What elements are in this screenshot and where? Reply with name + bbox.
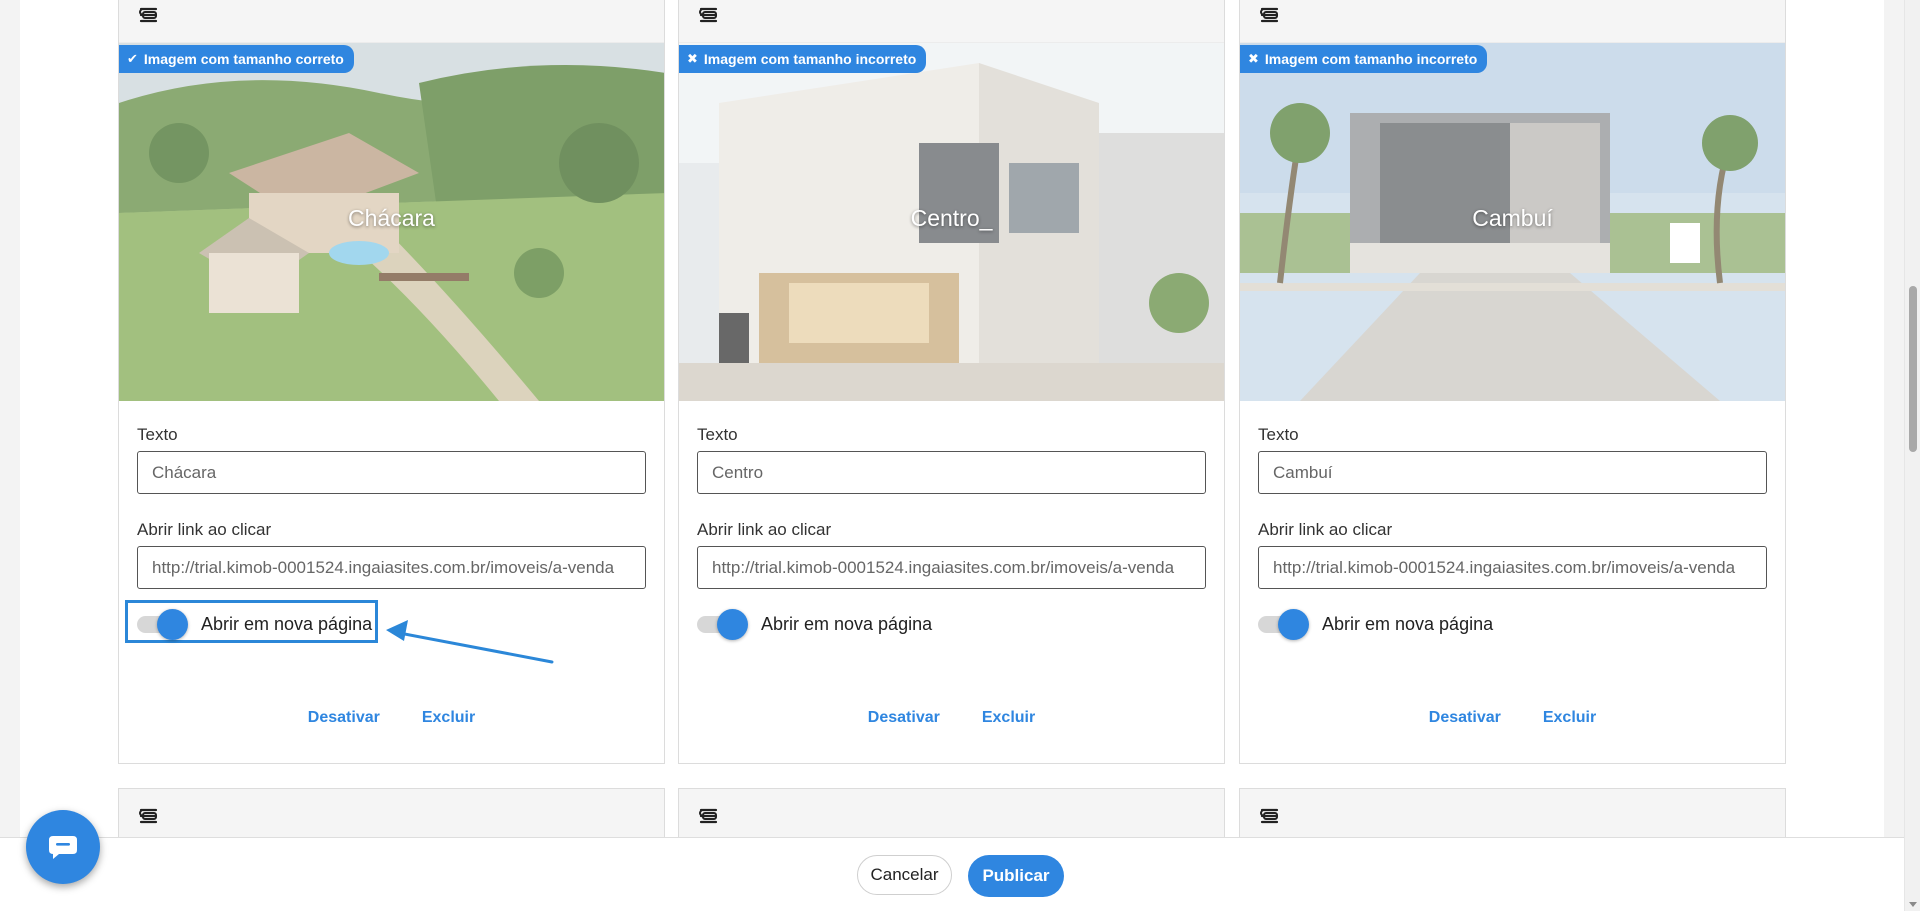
card-form: Texto Abrir link ao clicar Abrir em nova… [1240, 425, 1785, 645]
card-drag-bar[interactable] [119, 0, 664, 43]
link-field-label: Abrir link ao clicar [697, 520, 832, 539]
image-size-badge: ✖ Imagem com tamanho incorreto [1240, 45, 1488, 73]
card-actions: Desativar Excluir [1240, 709, 1785, 727]
drag-handle-icon[interactable] [137, 807, 159, 825]
link-input[interactable] [697, 546, 1206, 589]
editor-viewport: Chácara ✔ Imagem com tamanho correto Tex… [0, 0, 1904, 911]
card-drag-bar[interactable] [1240, 0, 1785, 43]
scrollbar-thumb[interactable] [1909, 286, 1917, 452]
text-field-label: Texto [697, 425, 738, 444]
drag-handle-icon[interactable] [697, 807, 719, 825]
drag-handle-icon[interactable] [697, 6, 719, 24]
text-field-label: Texto [137, 425, 178, 444]
card-image: Cambuí ✖ Imagem com tamanho incorreto [1240, 43, 1785, 401]
deactivate-link[interactable]: Desativar [1429, 709, 1501, 727]
card-actions: Desativar Excluir [679, 709, 1224, 727]
open-new-page-label: Abrir em nova página [761, 613, 933, 634]
drag-handle-icon[interactable] [137, 6, 159, 24]
open-new-page-label: Abrir em nova página [1322, 613, 1494, 634]
publish-button[interactable]: Publicar [968, 855, 1064, 897]
image-title: Centro_ [910, 205, 993, 231]
card-image: Chácara ✔ Imagem com tamanho correto [119, 43, 664, 401]
text-input[interactable] [137, 451, 646, 494]
delete-link[interactable]: Excluir [982, 709, 1035, 727]
banner-card: Cambuí ✖ Imagem com tamanho incorreto Te… [1239, 0, 1786, 764]
chat-bubble-icon [49, 836, 77, 859]
text-field-label: Texto [1258, 425, 1299, 444]
link-input[interactable] [137, 546, 646, 589]
drag-handle-icon[interactable] [1258, 807, 1280, 825]
open-new-page-toggle[interactable] [137, 609, 189, 640]
card-image: Centro_ ✖ Imagem com tamanho incorreto [679, 43, 1224, 401]
delete-link[interactable]: Excluir [1543, 709, 1596, 727]
open-new-page-row: Abrir em nova página [1258, 603, 1767, 645]
close-icon: ✖ [1248, 51, 1259, 66]
image-title: Chácara [348, 205, 435, 231]
text-input[interactable] [1258, 451, 1767, 494]
card-drag-bar[interactable] [679, 0, 1224, 43]
chat-button[interactable] [26, 810, 100, 884]
close-icon: ✖ [687, 51, 698, 66]
deactivate-link[interactable]: Desativar [868, 709, 940, 727]
annotation-arrow-icon [386, 620, 554, 664]
card-actions: Desativar Excluir [119, 709, 664, 727]
card-form: Texto Abrir link ao clicar Abrir em nova… [679, 425, 1224, 645]
open-new-page-row: Abrir em nova página [697, 603, 1206, 645]
link-field-label: Abrir link ao clicar [137, 520, 272, 539]
image-title: Cambuí [1472, 205, 1553, 231]
scroll-down-icon[interactable] [1909, 902, 1917, 907]
publish-bar: Cancelar Publicar [0, 837, 1904, 911]
delete-link[interactable]: Excluir [422, 709, 475, 727]
drag-handle-icon[interactable] [1258, 6, 1280, 24]
link-field-label: Abrir link ao clicar [1258, 520, 1393, 539]
banner-card: Centro_ ✖ Imagem com tamanho incorreto T… [678, 0, 1225, 764]
link-input[interactable] [1258, 546, 1767, 589]
image-size-badge: ✔ Imagem com tamanho correto [119, 45, 354, 73]
open-new-page-toggle[interactable] [697, 609, 749, 640]
text-input[interactable] [697, 451, 1206, 494]
open-new-page-toggle[interactable] [1258, 609, 1310, 640]
cancel-button[interactable]: Cancelar [857, 855, 952, 895]
vertical-scrollbar[interactable] [1904, 0, 1920, 911]
deactivate-link[interactable]: Desativar [308, 709, 380, 727]
check-icon: ✔ [127, 51, 138, 66]
image-size-badge: ✖ Imagem com tamanho incorreto [679, 45, 927, 73]
